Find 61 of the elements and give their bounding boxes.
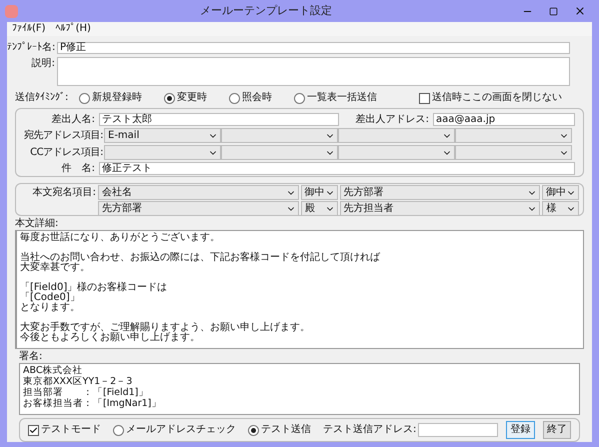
field-label: 本文宛名項目:	[32, 187, 96, 198]
dropdown[interactable]: 御中	[542, 185, 580, 200]
signature-line: ABC株式会社	[23, 365, 84, 376]
close-icon[interactable]	[574, 5, 586, 17]
field-label: 差出人アドレス:	[354, 114, 429, 124]
dialog-button[interactable]: 登録	[506, 421, 535, 439]
maximize-icon[interactable]	[549, 6, 558, 16]
body-paragraph: 当社へのお問い合わせ、お振込の際には、下記お客様コードを付記して頂ければ 大変幸甚です。	[20, 253, 382, 273]
field-label: 送信ﾀｲﾐﾝｸﾞ:	[15, 93, 70, 103]
field-label: CCアドレス項目:	[29, 148, 104, 158]
field-label: テストモード	[41, 425, 101, 435]
text-field[interactable]: 修正テスト	[99, 162, 575, 175]
field-label: 一覧表一括送信	[307, 93, 377, 103]
signature-text-area[interactable]: ABC株式会社 東京都XXX区YY1－2－3 担当部署 ：「[Field1]」 お客様担当者：「[ImgNar1]」	[19, 363, 580, 415]
menu-item[interactable]: ﾍﾙﾌﾟ(H)	[56, 24, 91, 34]
field-label: メールアドレスチェック	[126, 425, 236, 435]
radio-button[interactable]	[113, 424, 124, 436]
radio-button[interactable]	[79, 92, 90, 104]
menu-item[interactable]: ﾌｧｲﾙ(F)	[12, 24, 46, 34]
field-label: テスト送信	[261, 425, 311, 435]
test-address-field[interactable]	[418, 423, 498, 437]
field-label: 宛先アドレス項目:	[23, 130, 104, 140]
field-label: 差出人名:	[50, 114, 95, 124]
field-label: 照会時	[242, 93, 272, 103]
dropdown[interactable]: 会社名	[98, 185, 299, 200]
dropdown[interactable]: 先方担当者	[340, 201, 540, 216]
window-title: メールーテンプレート設定	[199, 2, 333, 19]
dropdown[interactable]: E-mail	[104, 128, 221, 143]
field-label: 件 名:	[60, 164, 95, 174]
signature-line: お客様担当者：「[ImgNar1]」	[23, 398, 162, 409]
field-label: 本文詳細:	[15, 219, 60, 229]
body-paragraph: 大変お手数ですが、ご理解賜りますよう、お願い申し上げます。 今後ともよろしくお願い申し上げます。	[20, 323, 311, 343]
app-icon	[5, 4, 18, 18]
dropdown[interactable]: 先方部署	[98, 201, 299, 216]
checkbox[interactable]	[419, 92, 430, 104]
field-label: 説明:	[30, 59, 55, 69]
dropdown[interactable]: 殿	[300, 201, 338, 216]
dialog-button[interactable]: 終了	[542, 421, 572, 439]
description-field[interactable]	[57, 57, 570, 86]
radio-button[interactable]	[164, 92, 175, 104]
body-paragraph: 毎度お世話になり、ありがとうございます。	[20, 233, 221, 243]
body-text-area[interactable]: 毎度お世話になり、ありがとうございます。 当社へのお問い合わせ、お振込の際には、下記お客様コードを付記して頂ければ 大変幸甚です。 「[Field0]」様のお客様コードは 「[Code0]」 となります。 大変お手数ですが、ご理解賜りますよう、お願い申し上げます。 今後ともよろしくお願い申し上げます。	[15, 230, 584, 349]
text-field[interactable]: P修正	[57, 42, 570, 54]
field-label: テスト送信アドレス:	[323, 425, 416, 435]
text-field[interactable]: aaa@aaa.jp	[433, 113, 575, 126]
radio-button[interactable]	[248, 424, 259, 436]
signature-line: 東京都XXX区YY1－2－3	[23, 376, 134, 387]
dropdown[interactable]: 御中	[300, 185, 338, 200]
body-paragraph: 「[Field0]」様のお客様コードは 「[Code0]」 となります。	[20, 283, 168, 313]
text-field[interactable]: テスト太郎	[99, 113, 339, 126]
radio-button[interactable]	[229, 92, 240, 104]
field-label: 新規登録時	[92, 93, 142, 103]
field-label: 送信時ここの画面を閉じない	[432, 93, 562, 103]
signature-line: 担当部署 ：「[Field1]」	[23, 387, 150, 398]
dropdown[interactable]: 先方部署	[340, 185, 540, 200]
field-label: 変更時	[177, 93, 207, 103]
field-label: 署名:	[19, 352, 44, 362]
field-label: ﾃﾝﾌﾟﾚｰﾄ名:	[7, 43, 55, 53]
radio-button[interactable]	[294, 92, 305, 104]
checkbox[interactable]	[28, 424, 39, 436]
dropdown[interactable]: 様	[542, 201, 579, 216]
